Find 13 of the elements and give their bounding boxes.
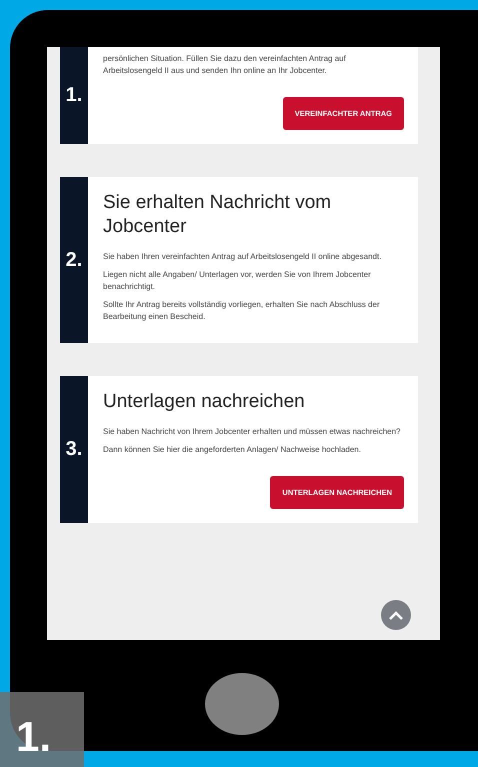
step-title: Unterlagen nachreichen xyxy=(103,390,306,414)
slide-label: 1. xyxy=(0,692,84,767)
step-title: Sie erhalten Nachricht vom Jobcenter xyxy=(103,191,332,239)
chevron-up-icon xyxy=(389,610,403,620)
step-number: 3. xyxy=(60,376,88,523)
step-text: Sie haben Ihren vereinfachten Antrag auf Arbeitslosengeld II online abgesandt. xyxy=(103,251,382,263)
step-text: Dann können Sie hier die angeforderten Anlagen/ Nachweise hochladen. xyxy=(103,444,362,456)
step-number: 1. xyxy=(60,47,88,144)
step-text: Sollte Ihr Antrag bereits vollständig vorliegen, erhalten Sie nach Abschluss der Bearbeitung einen Bescheid. xyxy=(103,299,381,323)
step-number: 2. xyxy=(60,177,88,343)
step-text: persönlichen Situation. Füllen Sie dazu den vereinfachten Antrag auf Arbeitslosengeld II aus und senden Ihn online an Ihr Jobcenter. xyxy=(103,53,347,77)
step-text: Liegen nicht alle Angaben/ Unterlagen vor, werden Sie von Ihrem Jobcenter benachrichtigt. xyxy=(103,269,372,293)
step-text: Sie haben Nachricht von Ihrem Jobcenter erhalten und müssen etwas nachreichen? xyxy=(103,426,402,438)
